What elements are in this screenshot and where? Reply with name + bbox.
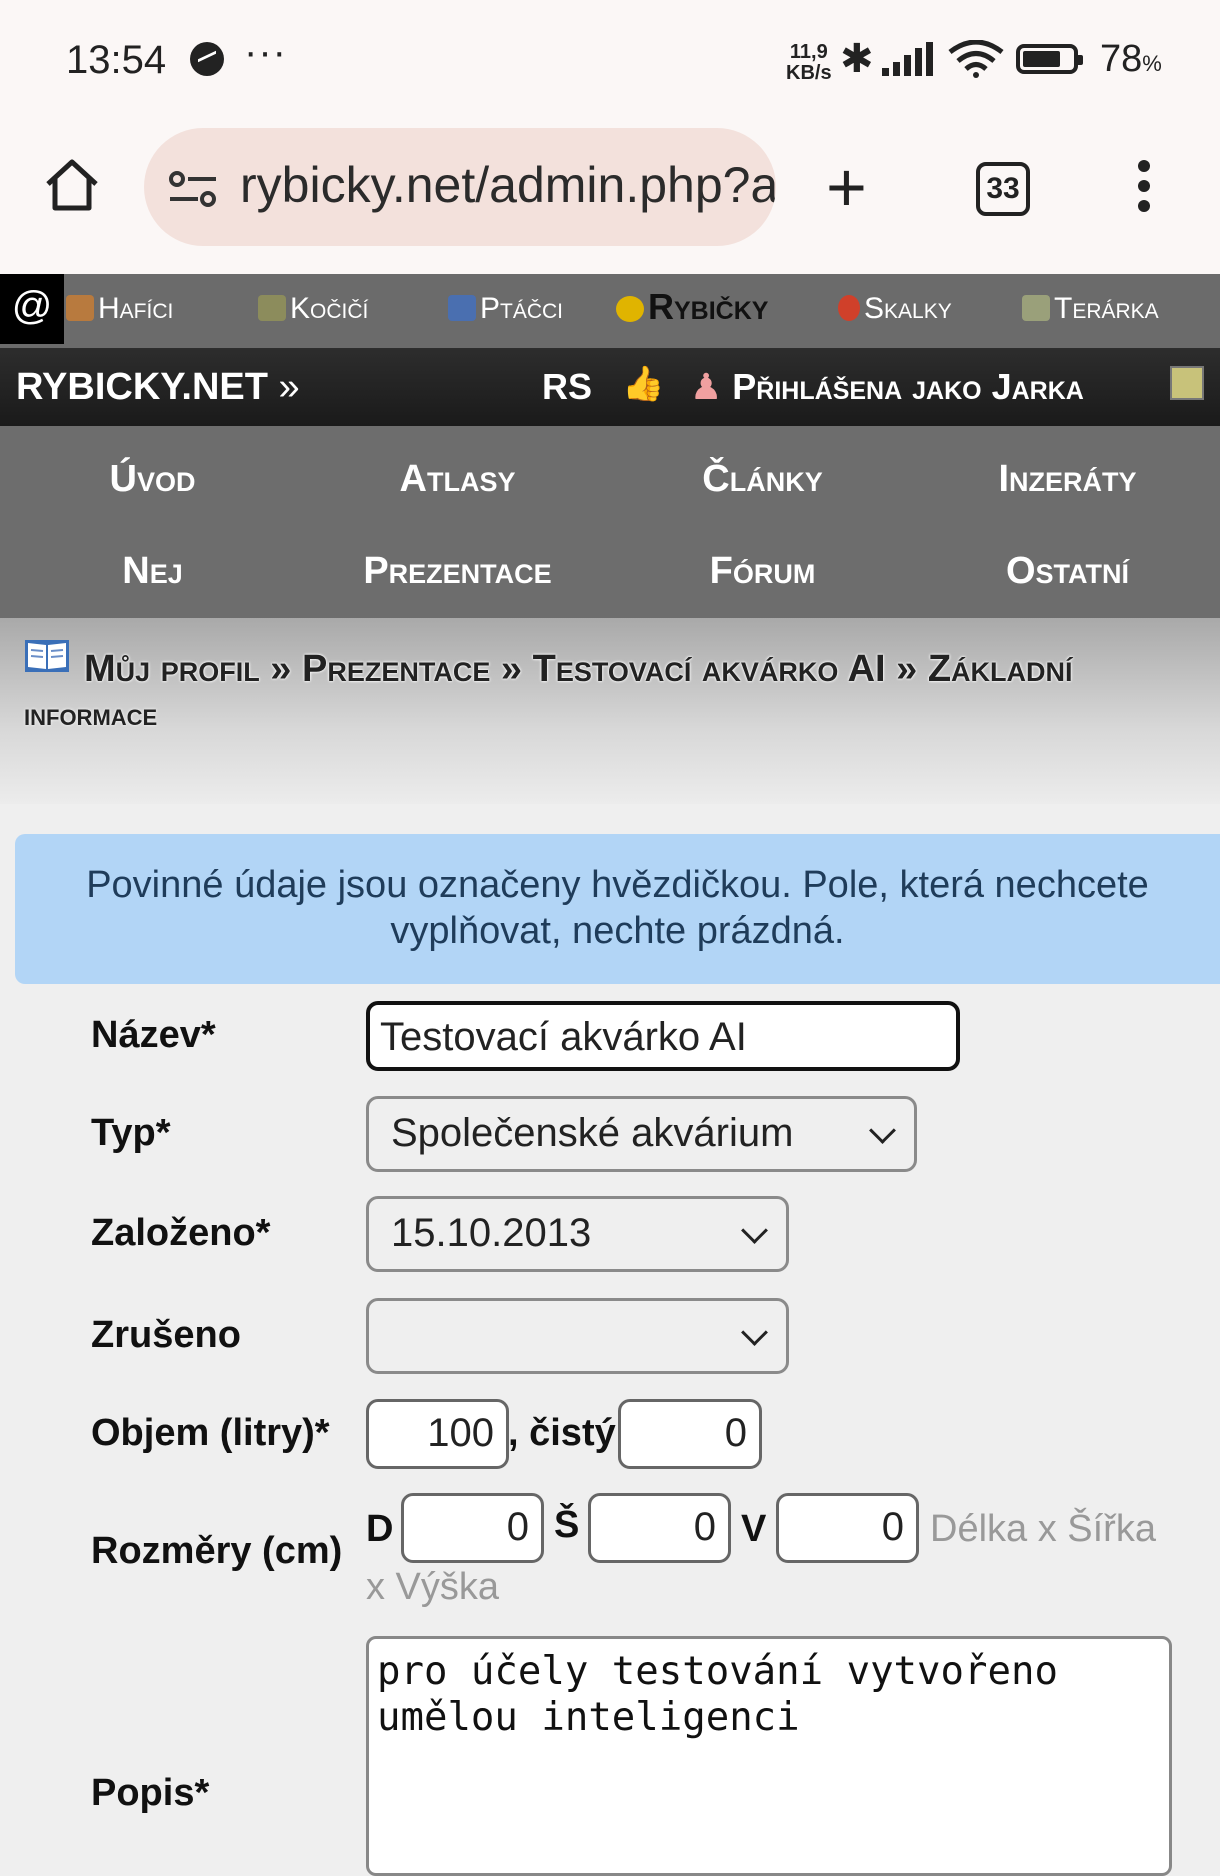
height-label: V [741, 1508, 767, 1550]
bluetooth-icon: ✱ [840, 37, 874, 81]
breadcrumb-separator: » [500, 648, 523, 690]
closed-select[interactable] [366, 1298, 789, 1374]
nav-atlasy[interactable]: Atlasy [305, 458, 610, 501]
chevron-down-icon [741, 1217, 768, 1244]
cat-icon [258, 295, 286, 321]
name-label: Název* [91, 1014, 216, 1056]
breadcrumb-separator: » [896, 648, 918, 690]
dimensions-hint-cont: x Výška [366, 1566, 500, 1608]
chevron-down-icon [741, 1319, 768, 1346]
site-link-terarka[interactable]: Terárka [1022, 292, 1159, 326]
book-icon [25, 640, 69, 672]
founded-select-value: 15.10.2013 [391, 1211, 592, 1255]
site-header: RYBICKY.NET » RS 👍 ♟ Přihlášena jako Jar… [0, 348, 1220, 426]
site-link-skalky[interactable]: Skalky [838, 292, 952, 326]
clean-volume-label: , čistý [508, 1412, 616, 1454]
site-link-ptacci[interactable]: Ptáčci [448, 292, 563, 326]
browser-toolbar: rybicky.net/admin.php?a + 33 [0, 110, 1220, 274]
clock: 13:54 [66, 38, 167, 82]
length-label: D [366, 1508, 394, 1550]
site-settings-icon[interactable] [168, 170, 218, 208]
reptile-icon [1022, 295, 1050, 321]
description-label: Popis* [91, 1772, 210, 1814]
nav-ostatni[interactable]: Ostatní [915, 550, 1220, 593]
user-icon: ♟ [690, 366, 723, 407]
breadcrumb-current-cont: informace [24, 696, 158, 732]
type-label: Typ* [91, 1112, 171, 1154]
logout-icon[interactable] [1170, 366, 1204, 400]
chevron-down-icon [869, 1117, 896, 1144]
network-speed-value: 11,9 [789, 41, 828, 63]
width-input[interactable]: 0 [588, 1493, 731, 1563]
nav-forum[interactable]: Fórum [610, 550, 915, 593]
breadcrumb: Můj profil » Prezentace » Testovací akvá… [0, 618, 1220, 804]
battery-percent: 78% [1100, 38, 1162, 80]
breadcrumb-separator: » [270, 648, 292, 690]
main-nav: Úvod Atlasy Články Inzeráty Nej Prezenta… [0, 426, 1220, 618]
thumbs-up-icon[interactable]: 👍 [622, 364, 664, 404]
address-bar[interactable]: rybicky.net/admin.php?a [144, 128, 776, 246]
home-icon[interactable] [44, 158, 100, 212]
logged-in-user[interactable]: ♟ Přihlášena jako Jarka [690, 366, 1084, 408]
site-link-hafici[interactable]: Hafíci [66, 292, 173, 326]
type-select-value: Společenské akvárium [391, 1111, 794, 1155]
name-input-value: Testovací akvárko AI [380, 1015, 747, 1059]
description-textarea[interactable]: pro účely testování vytvořeno umělou int… [366, 1636, 1172, 1876]
type-select[interactable]: Společenské akvárium [366, 1096, 917, 1172]
cell-signal-icon [882, 42, 933, 76]
fish-icon [616, 296, 644, 322]
width-label: Š [554, 1504, 580, 1546]
browser-menu-icon[interactable] [1138, 160, 1150, 220]
nav-prezentace[interactable]: Prezentace [305, 550, 610, 593]
tab-switcher-button[interactable]: 33 [976, 162, 1030, 216]
dimensions-hint: Délka x Šířka [930, 1508, 1156, 1550]
breadcrumb-current: Základní [927, 648, 1073, 690]
network-speed: 11,9 KB/s [786, 42, 832, 84]
nav-inzeraty[interactable]: Inzeráty [915, 458, 1220, 501]
breadcrumb-prezentace[interactable]: Prezentace [302, 648, 490, 690]
length-input[interactable]: 0 [401, 1493, 544, 1563]
height-input[interactable]: 0 [776, 1493, 919, 1563]
volume-input[interactable]: 100 [366, 1399, 509, 1469]
messenger-icon [190, 42, 224, 76]
flower-icon [838, 295, 860, 321]
more-notifications-icon: ··· [244, 30, 287, 74]
closed-label: Zrušeno [91, 1314, 241, 1356]
site-brand-link[interactable]: RYBICKY.NET » [16, 366, 300, 409]
nav-nej[interactable]: Nej [0, 550, 305, 593]
site-link-rybicky[interactable]: Rybičky [616, 286, 768, 328]
at-icon[interactable]: @ [0, 274, 64, 344]
dog-icon [66, 295, 94, 321]
new-tab-button[interactable]: + [826, 152, 867, 222]
breadcrumb-line: Můj profil » Prezentace » Testovací akvá… [84, 648, 1073, 691]
rs-link[interactable]: RS [542, 366, 592, 408]
clean-volume-input[interactable]: 0 [618, 1399, 762, 1469]
name-input[interactable]: Testovací akvárko AI [366, 1001, 960, 1071]
url-text[interactable]: rybicky.net/admin.php?a [240, 156, 776, 214]
nav-clanky[interactable]: Články [610, 458, 915, 501]
founded-select[interactable]: 15.10.2013 [366, 1196, 789, 1272]
wifi-icon [948, 40, 1004, 78]
battery-icon [1016, 44, 1083, 74]
dimensions-label: Rozměry (cm) [91, 1530, 343, 1572]
network-speed-unit: KB/s [786, 62, 832, 84]
volume-label: Objem (litry)* [91, 1412, 330, 1454]
site-link-kocici[interactable]: Kočičí [258, 292, 368, 326]
info-message: Povinné údaje jsou označeny hvězdičkou. … [15, 834, 1220, 984]
founded-label: Založeno* [91, 1212, 271, 1254]
breadcrumb-muj-profil[interactable]: Můj profil [84, 648, 260, 690]
status-bar: 13:54 ··· 11,9 KB/s ✱ 78% [0, 0, 1220, 110]
site-network-bar: @ Hafíci Kočičí Ptáčci Rybičky Skalky Te… [0, 274, 1220, 348]
bird-icon [448, 295, 476, 321]
breadcrumb-aquarium[interactable]: Testovací akvárko AI [533, 648, 886, 690]
nav-uvod[interactable]: Úvod [0, 458, 305, 501]
